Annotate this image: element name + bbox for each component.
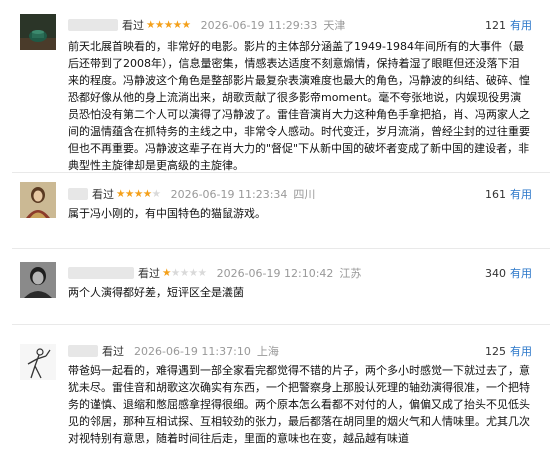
review-item: 看过 ★★★★★ 2026-06-19 11:29:33 天津 121 有用 前天…: [0, 0, 550, 178]
avatar[interactable]: [20, 262, 56, 298]
review-item: 看过 2026-06-19 11:37:10 上海 125 有用 带爸妈一起看的，…: [0, 330, 550, 454]
useful-button[interactable]: 有用: [510, 188, 532, 201]
avatar[interactable]: [20, 14, 56, 50]
review-action: 看过: [92, 188, 114, 201]
vote-box: 340 有用: [485, 265, 532, 281]
review-meta: 看过 ★★★★★ 2026-06-19 11:23:34 四川: [68, 186, 315, 202]
vote-box: 125 有用: [485, 343, 532, 359]
review-time: 2026-06-19 11:23:34: [170, 187, 288, 201]
avatar[interactable]: [20, 344, 56, 380]
review-text: 属于冯小刚的，有中国特色的猫鼠游戏。: [68, 207, 266, 220]
rating-stars: ★★★★★: [116, 188, 161, 200]
vote-count: 161: [485, 188, 506, 201]
useful-button[interactable]: 有用: [510, 345, 532, 358]
review-meta: 看过 ★★★★★ 2026-06-19 12:10:42 江苏: [68, 265, 361, 281]
review-action: 看过: [122, 19, 144, 32]
review-action: 看过: [138, 267, 160, 280]
review-item: 看过 ★★★★★ 2026-06-19 12:10:42 江苏 340 有用 两个…: [0, 256, 550, 326]
username-redacted[interactable]: [68, 188, 88, 200]
username-redacted[interactable]: [68, 267, 134, 279]
useful-button[interactable]: 有用: [510, 267, 532, 280]
review-time: 2026-06-19 11:29:33: [200, 18, 318, 32]
review-text: 两个人演得都好差，短评区全是𣿭菌: [68, 286, 244, 299]
review-item: 看过 ★★★★★ 2026-06-19 11:23:34 四川 161 有用 属于…: [0, 178, 550, 250]
review-location: 四川: [293, 188, 316, 201]
review-time: 2026-06-19 11:37:10: [134, 344, 251, 358]
divider: [12, 324, 550, 325]
review-meta: 看过 2026-06-19 11:37:10 上海: [68, 343, 279, 359]
review-text: 带爸妈一起看的，难得遇到一部全家看完都觉得不错的片子，两个多小时感觉一下就过去了…: [68, 364, 530, 445]
vote-box: 161 有用: [485, 186, 532, 202]
vote-count: 121: [485, 19, 506, 32]
review-time: 2026-06-19 12:10:42: [216, 266, 334, 280]
username-redacted[interactable]: [68, 345, 98, 357]
review-location: 江苏: [339, 267, 362, 280]
review-location: 天津: [323, 19, 346, 32]
vote-count: 125: [485, 345, 506, 358]
review-meta: 看过 ★★★★★ 2026-06-19 11:29:33 天津: [68, 17, 345, 33]
vote-count: 340: [485, 267, 506, 280]
vote-box: 121 有用: [485, 17, 532, 33]
useful-button[interactable]: 有用: [510, 19, 532, 32]
review-location: 上海: [256, 345, 279, 358]
divider: [12, 248, 550, 249]
rating-stars: ★★★★★: [146, 19, 191, 31]
username-redacted[interactable]: [68, 19, 118, 31]
review-action: 看过: [102, 345, 124, 358]
avatar[interactable]: [20, 182, 56, 218]
review-text: 前天北展首映看的，非常好的电影。影片的主体部分涵盖了1949-1984年间所有的…: [68, 40, 530, 172]
rating-stars: ★★★★★: [162, 267, 207, 279]
divider: [12, 172, 550, 173]
